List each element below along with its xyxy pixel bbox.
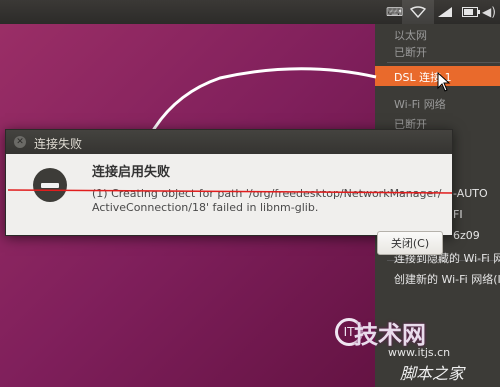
menu-item-wifi-network[interactable]: -AUTO [453, 187, 488, 200]
dialog-body: 连接启用失败 (1) Creating object for path '/or… [6, 154, 452, 255]
signal-icon[interactable] [437, 4, 453, 20]
menu-item-wifi-network[interactable]: FI [453, 208, 463, 221]
dialog-message-line: ActiveConnection/18' failed in libnm-gli… [92, 201, 319, 214]
connection-failed-dialog: ✕ 连接失败 连接启用失败 (1) Creating object for pa… [5, 129, 453, 255]
menu-item-ethernet-status: 已断开 [394, 46, 427, 59]
wifi-icon[interactable] [410, 4, 426, 20]
menu-item-wifi-network[interactable]: 6z09 [453, 229, 480, 242]
volume-icon[interactable]: ◀) [482, 4, 496, 20]
watermark-site: 脚本之家 [400, 364, 465, 383]
menu-item-create-wifi[interactable]: 创建新的 Wi-Fi 网络(I [394, 271, 500, 287]
dialog-message-line: (1) Creating object for path '/org/freed… [92, 187, 442, 200]
error-icon [33, 168, 67, 202]
dialog-heading: 连接启用失败 [92, 165, 171, 180]
dialog-message: (1) Creating object for path '/org/freed… [92, 187, 442, 215]
watermark-brand: 技术网 [354, 321, 426, 349]
menu-item-ethernet-header: 以太网 [394, 29, 427, 42]
close-button[interactable]: 关闭(C) [377, 231, 443, 255]
watermark-url: www.itjs.cn [388, 346, 451, 359]
dialog-titlebar: ✕ 连接失败 [6, 130, 452, 154]
dialog-title: 连接失败 [34, 137, 83, 151]
close-icon[interactable]: ✕ [14, 136, 26, 148]
menu-item-label: DSL 连接 1 [394, 71, 452, 84]
keyboard-icon[interactable]: ⌨ [386, 4, 403, 20]
menu-item-wifi-header: Wi-Fi 网络 [394, 98, 446, 111]
menu-separator [387, 62, 500, 63]
top-panel: ⌨ ◀) [0, 0, 500, 24]
battery-icon[interactable] [462, 4, 480, 20]
menu-item-dsl-connection[interactable]: DSL 连接 1 [375, 66, 500, 86]
